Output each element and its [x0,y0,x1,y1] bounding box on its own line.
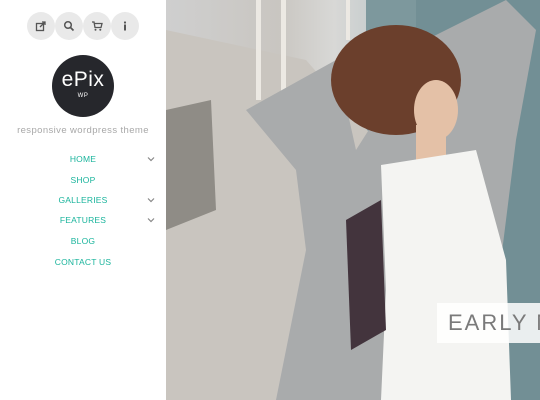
nav-item-galleries[interactable]: GALLERIES [0,192,166,208]
nav-item-features[interactable]: FEATURES [0,212,166,228]
nav-item-contact-us[interactable]: CONTACT US [0,254,166,270]
nav-item-label: FEATURES [59,215,107,225]
chevron-down-icon[interactable] [147,155,155,163]
search-icon[interactable] [55,12,83,40]
chevron-down-icon[interactable] [147,216,155,224]
info-icon[interactable] [111,12,139,40]
sidebar: ePix WP responsive wordpress theme HOME … [0,0,166,400]
logo-subtext: WP [77,93,89,99]
chevron-down-icon[interactable] [147,196,155,204]
nav-item-label: CONTACT US [54,257,112,267]
nav-item-home[interactable]: HOME [0,151,166,167]
slide-caption: EARLY M [437,303,540,343]
nav-item-label: SHOP [70,175,96,185]
nav-item-shop[interactable]: SHOP [0,172,166,188]
share-icon[interactable] [27,12,55,40]
tagline: responsive wordpress theme [17,125,149,136]
nav-item-label: HOME [69,154,97,164]
nav-item-label: BLOG [70,236,96,246]
nav-item-label: GALLERIES [58,195,108,205]
logo[interactable]: ePix WP [52,55,114,117]
logo-text: ePix [61,68,105,91]
cart-icon[interactable] [83,12,111,40]
nav-item-blog[interactable]: BLOG [0,233,166,249]
